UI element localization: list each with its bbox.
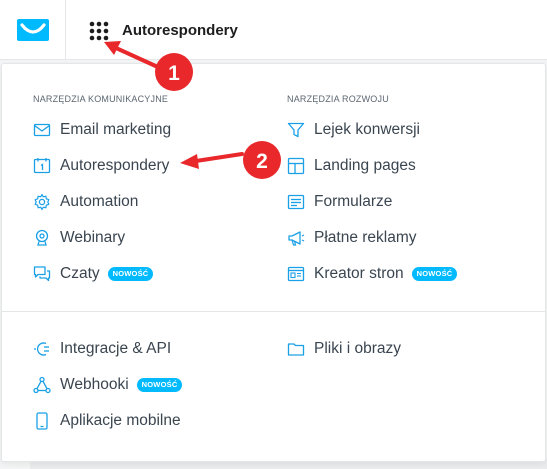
new-badge: NOWOŚĆ <box>107 267 154 281</box>
menu-item-platne-reklamy[interactable]: Płatne reklamy <box>287 226 417 250</box>
section-title-growth: NARZĘDZIA ROZWOJU <box>287 94 389 104</box>
menu-item-lejek-konwersji[interactable]: Lejek konwersji <box>287 118 420 142</box>
menu-item-label: Landing pages <box>314 157 416 174</box>
menu-item-label: Pliki i obrazy <box>314 340 401 357</box>
menu-item-kreator-stron[interactable]: Kreator stron NOWOŚĆ <box>287 262 458 286</box>
apps-menu-panel: NARZĘDZIA KOMUNIKACYJNE NARZĘDZIA ROZWOJ… <box>1 63 546 462</box>
menu-item-label: Integracje & API <box>60 340 172 357</box>
menu-item-label: Aplikacje mobilne <box>60 412 181 429</box>
webhook-icon <box>33 376 51 394</box>
menu-item-label: Email marketing <box>60 121 172 138</box>
menu-item-automation[interactable]: Automation <box>33 190 138 214</box>
menu-item-webinary[interactable]: Webinary <box>33 226 125 250</box>
megaphone-icon <box>288 231 305 246</box>
form-icon <box>287 194 305 210</box>
menu-item-label: Formularze <box>314 193 393 210</box>
menu-item-label: Autorespondery <box>60 157 170 174</box>
top-bar: Autorespondery <box>0 0 547 60</box>
calendar-icon <box>33 158 51 174</box>
section-title-communication: NARZĘDZIA KOMUNIKACYJNE <box>33 94 169 104</box>
menu-item-pliki-i-obrazy[interactable]: Pliki i obrazy <box>287 337 401 361</box>
menu-item-formularze[interactable]: Formularze <box>287 190 392 214</box>
apps-grid-icon[interactable] <box>89 21 109 41</box>
new-badge: NOWOŚĆ <box>136 378 183 392</box>
menu-item-label: Automation <box>60 193 139 210</box>
menu-item-webhooki[interactable]: Webhooki NOWOŚĆ <box>33 373 183 397</box>
webcam-icon <box>35 229 49 246</box>
menu-item-label: Webhooki <box>60 376 129 393</box>
logo-cell[interactable] <box>0 0 66 60</box>
menu-item-aplikacje-mobilne[interactable]: Aplikacje mobilne <box>33 409 181 433</box>
menu-item-label: Płatne reklamy <box>314 229 417 246</box>
plug-icon <box>34 342 49 356</box>
menu-item-autorespondery[interactable]: Autorespondery <box>33 154 169 178</box>
menu-item-integracje-api[interactable]: Integracje & API <box>33 337 171 361</box>
new-badge: NOWOŚĆ <box>411 267 458 281</box>
page-title[interactable]: Autorespondery <box>122 21 238 41</box>
website-icon <box>287 266 305 282</box>
menu-item-label: Webinary <box>60 229 126 246</box>
layout-icon <box>287 157 305 175</box>
menu-item-email-marketing[interactable]: Email marketing <box>33 118 171 142</box>
section-divider <box>2 311 545 312</box>
chat-icon <box>33 266 51 282</box>
gear-icon <box>34 193 50 211</box>
menu-item-czaty[interactable]: Czaty NOWOŚĆ <box>33 262 154 286</box>
menu-item-label: Czaty <box>60 265 100 282</box>
menu-item-landing-pages[interactable]: Landing pages <box>287 154 416 178</box>
getresponse-logo-icon <box>17 19 49 41</box>
envelope-icon <box>33 123 51 137</box>
menu-item-label: Kreator stron <box>314 265 404 282</box>
folder-icon <box>287 343 305 356</box>
menu-item-label: Lejek konwersji <box>314 121 420 138</box>
funnel-icon <box>287 122 305 138</box>
smartphone-icon <box>36 412 48 430</box>
